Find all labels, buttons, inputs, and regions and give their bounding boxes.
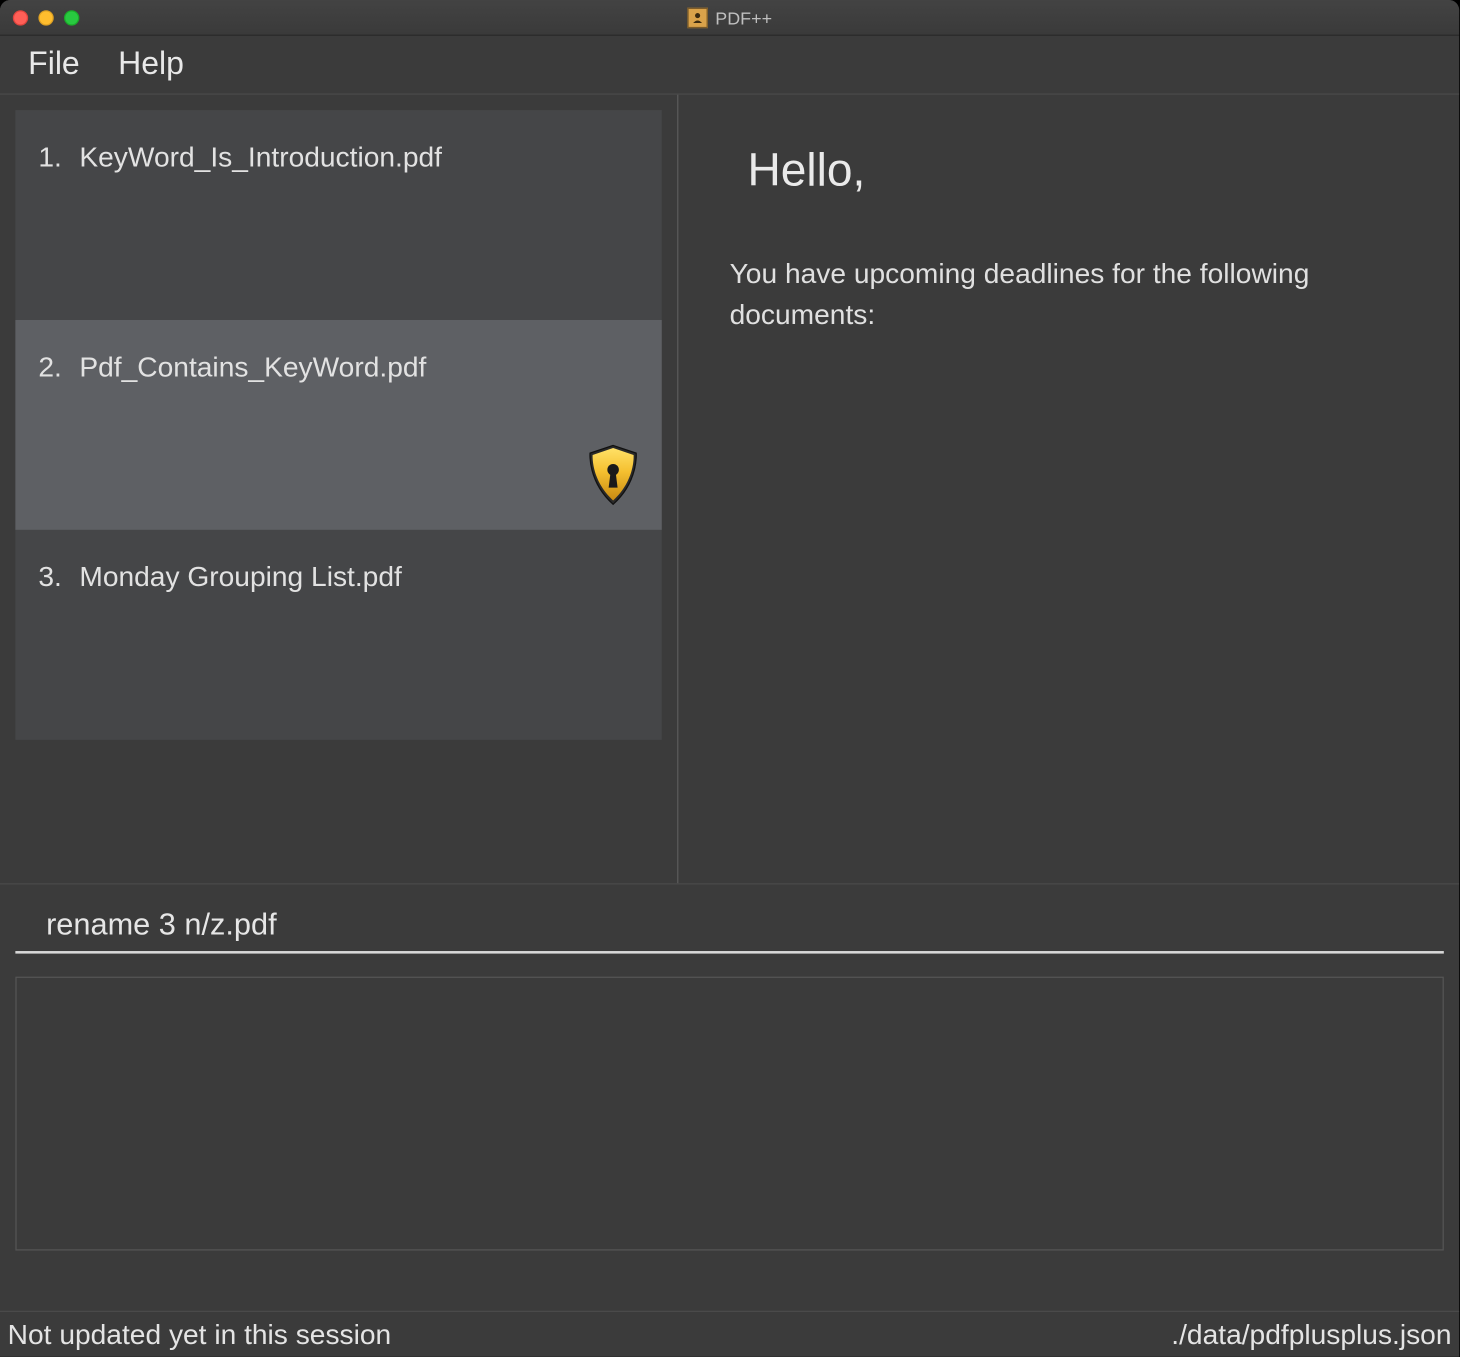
status-right: ./data/pdfplusplus.json xyxy=(1171,1318,1451,1351)
command-input-wrap xyxy=(15,908,1443,954)
app-window: PDF++ File Help 1. KeyWord_Is_Introducti… xyxy=(0,0,1459,1357)
command-row xyxy=(0,883,1459,959)
file-item-label: 2. Pdf_Contains_KeyWord.pdf xyxy=(38,351,638,384)
output-area[interactable] xyxy=(15,977,1443,1251)
window-controls xyxy=(13,10,80,25)
menu-file[interactable]: File xyxy=(28,46,80,83)
file-item-3[interactable]: 3. Monday Grouping List.pdf xyxy=(15,530,661,740)
file-item-index: 3. xyxy=(38,561,66,594)
file-item-1[interactable]: 1. KeyWord_Is_Introduction.pdf xyxy=(15,110,661,320)
file-item-index: 1. xyxy=(38,141,66,174)
window-title: PDF++ xyxy=(715,7,772,27)
titlebar: PDF++ xyxy=(0,0,1459,36)
close-window-button[interactable] xyxy=(13,10,28,25)
menu-help[interactable]: Help xyxy=(118,46,184,83)
main-area: 1. KeyWord_Is_Introduction.pdf 2. Pdf_Co… xyxy=(0,95,1459,883)
minimize-window-button[interactable] xyxy=(38,10,53,25)
file-item-name: Pdf_Contains_KeyWord.pdf xyxy=(79,351,426,384)
file-item-index: 2. xyxy=(38,351,66,384)
file-item-2[interactable]: 2. Pdf_Contains_KeyWord.pdf xyxy=(15,320,661,530)
file-list: 1. KeyWord_Is_Introduction.pdf 2. Pdf_Co… xyxy=(15,110,661,740)
command-input[interactable] xyxy=(46,908,1444,944)
statusbar: Not updated yet in this session ./data/p… xyxy=(0,1311,1459,1357)
file-item-label: 3. Monday Grouping List.pdf xyxy=(38,561,638,594)
maximize-window-button[interactable] xyxy=(64,10,79,25)
lock-shield-icon xyxy=(582,443,643,510)
menubar: File Help xyxy=(0,36,1459,95)
status-left: Not updated yet in this session xyxy=(8,1318,392,1351)
title-center: PDF++ xyxy=(0,7,1459,27)
content-pane: Hello, You have upcoming deadlines for t… xyxy=(678,95,1459,883)
file-item-name: KeyWord_Is_Introduction.pdf xyxy=(79,141,442,174)
app-icon xyxy=(687,7,707,27)
greeting-heading: Hello, xyxy=(748,143,1421,197)
file-item-label: 1. KeyWord_Is_Introduction.pdf xyxy=(38,141,638,174)
file-item-name: Monday Grouping List.pdf xyxy=(79,561,401,594)
file-sidebar: 1. KeyWord_Is_Introduction.pdf 2. Pdf_Co… xyxy=(0,95,678,883)
deadline-message: You have upcoming deadlines for the foll… xyxy=(730,253,1421,335)
